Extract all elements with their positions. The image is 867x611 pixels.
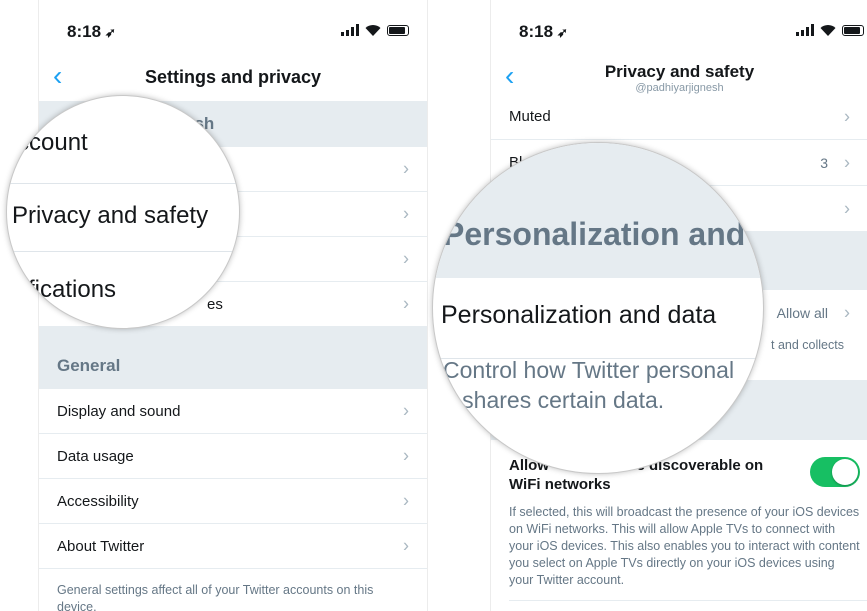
magnified-desc-line1: Control how Twitter personal <box>443 357 735 383</box>
status-icons <box>796 24 864 36</box>
magnified-desc-line2: d shares certain data. <box>443 387 665 413</box>
divider <box>7 183 239 184</box>
status-bar: 8:18 ➶ <box>39 0 427 56</box>
chevron-right-icon: › <box>403 490 409 511</box>
blocked-count: 3 <box>820 154 828 171</box>
chevron-right-icon: › <box>844 302 850 323</box>
row-muted[interactable]: Muted › <box>491 94 867 140</box>
nav-bar: ‹ Settings and privacy <box>39 56 427 100</box>
status-bar: 8:18 ➶ <box>491 0 867 56</box>
row-label: About Twitter <box>57 537 145 555</box>
general-footnote: General settings affect all of your Twit… <box>57 583 374 611</box>
status-time: 8:18 ➶ <box>67 22 116 42</box>
chevron-right-icon: › <box>403 158 409 179</box>
chevron-right-icon: › <box>403 400 409 421</box>
magnified-notifications-label: tifications <box>16 276 117 303</box>
row-label: es <box>207 295 223 313</box>
battery-icon <box>842 25 864 36</box>
general-section-header: General <box>39 327 427 389</box>
row-label: Data usage <box>57 447 134 465</box>
chevron-right-icon: › <box>403 445 409 466</box>
chevron-right-icon: › <box>844 198 850 218</box>
row-display-and-sound[interactable]: Display and sound › <box>39 389 427 434</box>
label-line2: WiFi networks <box>509 476 611 493</box>
chevron-right-icon: › <box>403 248 409 269</box>
location-arrow-icon: ➶ <box>105 25 116 40</box>
chevron-right-icon: › <box>844 106 850 126</box>
magnified-account-label: ccount <box>17 129 88 156</box>
divider <box>509 600 867 601</box>
page-subtitle: @padhiyarjignesh <box>635 82 724 94</box>
row-about-twitter[interactable]: About Twitter › <box>39 524 427 569</box>
row-accessibility[interactable]: Accessibility › <box>39 479 427 524</box>
status-icons <box>341 24 409 36</box>
status-time: 8:18 ➶ <box>519 22 568 42</box>
time-label: 8:18 <box>519 22 554 41</box>
row-label: Accessibility <box>57 492 139 510</box>
battery-icon <box>387 25 409 36</box>
divider <box>7 251 239 252</box>
wifi-icon <box>820 25 836 36</box>
chevron-right-icon: › <box>844 152 850 172</box>
row-data-usage[interactable]: Data usage › <box>39 434 427 479</box>
page-title: Settings and privacy <box>144 67 322 87</box>
magnified-row-label: Personalization and data <box>441 301 717 329</box>
personalization-description: t and collects <box>771 338 844 352</box>
signal-icon <box>796 24 814 36</box>
row-label: Display and sound <box>57 402 181 420</box>
personalization-value: Allow all <box>776 305 828 321</box>
magnifier-left: ccount Privacy and safety tifications <box>6 95 240 329</box>
magnified-privacy-label: Privacy and safety <box>12 202 209 229</box>
chevron-right-icon: › <box>403 535 409 556</box>
magnified-section-header: Personalization and <box>443 216 746 252</box>
magnifier-right: Personalization and Personalization and … <box>432 142 764 474</box>
page-title: Privacy and safety <box>604 62 755 81</box>
wifi-icon <box>365 25 381 36</box>
signal-icon <box>341 24 359 36</box>
location-arrow-icon: ➶ <box>557 25 568 40</box>
discoverable-toggle[interactable] <box>810 457 860 487</box>
magnified-section-header-bg <box>433 143 763 278</box>
row-label: Muted <box>509 108 551 125</box>
chevron-right-icon: › <box>403 203 409 224</box>
time-label: 8:18 <box>67 22 102 41</box>
chevron-right-icon: › <box>403 293 409 314</box>
discoverable-description: If selected, this will broadcast the pre… <box>509 505 860 587</box>
